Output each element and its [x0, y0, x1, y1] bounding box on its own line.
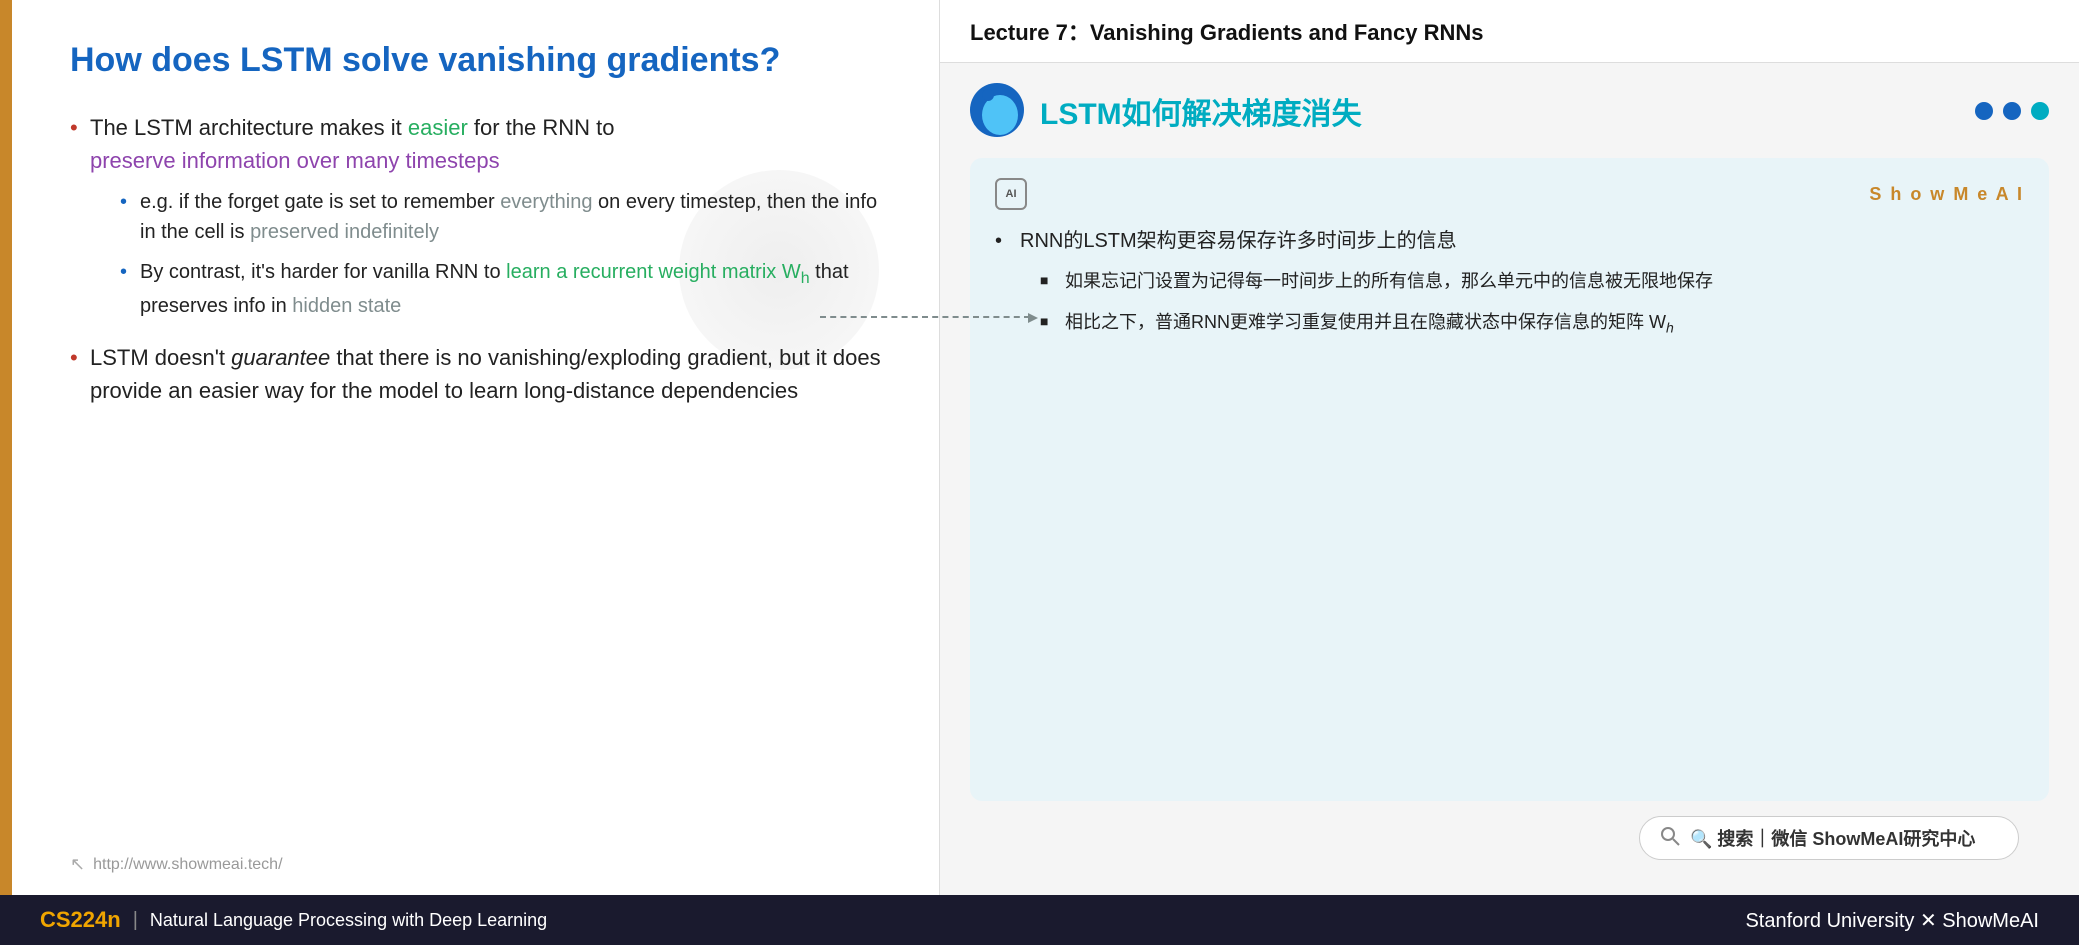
chinese-sub-2: 相比之下，普通RNN更难学习重复使用并且在隐藏状态中保存信息的矩阵 Wh — [1040, 308, 2024, 339]
sub2-gray: hidden state — [292, 295, 401, 317]
bullet1-purple: preserve information over many timesteps — [90, 148, 500, 173]
ai-icon-text: AI — [1006, 188, 1017, 200]
main-container: How does LSTM solve vanishing gradients?… — [0, 0, 2079, 895]
nav-dot-2[interactable] — [2003, 102, 2021, 120]
chinese-title-row: LSTM如何解决梯度消失 — [970, 83, 1362, 138]
dashed-connector-line — [820, 316, 1030, 318]
lecture-header: Lecture 7：Vanishing Gradients and Fancy … — [940, 0, 2079, 63]
sub-bullet-1: e.g. if the forget gate is set to rememb… — [120, 187, 889, 247]
bullet2-italic: guarantee — [231, 345, 330, 370]
search-text: 🔍 搜索｜微信 ShowMeAI研究中心 — [1690, 825, 1975, 851]
right-panel: Lecture 7：Vanishing Gradients and Fancy … — [940, 0, 2079, 895]
bottom-bar: CS224n | Natural Language Processing wit… — [0, 895, 2079, 945]
left-border-accent — [0, 0, 12, 895]
lecture-title: Lecture 7：Vanishing Gradients and Fancy … — [970, 20, 1483, 45]
sub2-start: By contrast, it's harder for vanilla RNN… — [140, 261, 506, 283]
search-bar[interactable]: 🔍 搜索｜微信 ShowMeAI研究中心 — [1639, 816, 2019, 860]
slide-header-row: LSTM如何解决梯度消失 — [970, 83, 2049, 138]
bottom-right-text: Stanford University ✕ ShowMeAI — [1745, 908, 2039, 933]
url-text: http://www.showmeai.tech/ — [93, 856, 282, 874]
nav-dots — [1975, 102, 2049, 120]
sub-bullet-list: e.g. if the forget gate is set to rememb… — [90, 187, 889, 321]
chinese-bullet1-text: RNN的LSTM架构更容易保存许多时间步上的信息 — [1020, 230, 1457, 252]
translation-box: AI S h o w M e A I RNN的LSTM架构更容易保存许多时间步上… — [970, 158, 2049, 801]
stanford-showmeai-text: Stanford University ✕ ShowMeAI — [1745, 910, 2039, 932]
course-label: CS224n | Natural Language Processing wit… — [40, 907, 547, 933]
chinese-sub2-text: 相比之下，普通RNN更难学习重复使用并且在隐藏状态中保存信息的矩阵 W — [1065, 312, 1666, 332]
bullet-item-1: The LSTM architecture makes it easier fo… — [70, 111, 889, 321]
main-bullet-list: The LSTM architecture makes it easier fo… — [70, 111, 889, 855]
sub-bullet-2: By contrast, it's harder for vanilla RNN… — [120, 257, 889, 321]
course-name: Natural Language Processing with Deep Le… — [150, 910, 547, 931]
slide-title: How does LSTM solve vanishing gradients? — [70, 40, 889, 81]
nav-dot-1[interactable] — [1975, 102, 1993, 120]
divider: | — [133, 909, 138, 932]
right-content: LSTM如何解决梯度消失 AI S h o w M e A I — [940, 63, 2079, 895]
ai-icon: AI — [995, 178, 1027, 210]
title-icon-container — [970, 83, 1025, 138]
title-icon-svg — [970, 83, 1025, 138]
footer-url: ↖ http://www.showmeai.tech/ — [70, 854, 283, 875]
showmeai-label: S h o w M e A I — [1869, 184, 2024, 205]
nav-dot-3[interactable] — [2031, 102, 2049, 120]
chinese-slide-title: LSTM如何解决梯度消失 — [1040, 89, 1362, 133]
bullet2-text: LSTM doesn't — [90, 345, 231, 370]
search-icon — [1660, 826, 1680, 851]
chinese-bullet-list: RNN的LSTM架构更容易保存许多时间步上的信息 如果忘记门设置为记得每一时间步… — [995, 225, 2024, 339]
bullet1-easier: easier — [408, 115, 468, 140]
sub2-green: learn a recurrent weight matrix W — [506, 261, 801, 283]
bullet1-cont: for the RNN to — [468, 115, 615, 140]
sub1-gray: everything — [500, 191, 592, 213]
sub2-sub: h — [801, 270, 810, 287]
left-slide-panel: How does LSTM solve vanishing gradients?… — [0, 0, 940, 895]
bullet-item-2: LSTM doesn't guarantee that there is no … — [70, 341, 889, 407]
chinese-sub-1: 如果忘记门设置为记得每一时间步上的所有信息，那么单元中的信息被无限地保存 — [1040, 267, 2024, 296]
search-bar-row: 🔍 搜索｜微信 ShowMeAI研究中心 — [970, 801, 2049, 875]
chinese-bullet-1: RNN的LSTM架构更容易保存许多时间步上的信息 如果忘记门设置为记得每一时间步… — [995, 225, 2024, 339]
cursor-icon: ↖ — [70, 854, 85, 875]
bullet1-text-main: The LSTM architecture makes it — [90, 115, 408, 140]
sub1-start: e.g. if the forget gate is set to rememb… — [140, 191, 500, 213]
showmeai-badge-row: AI S h o w M e A I — [995, 178, 2024, 210]
sub1-gray2: preserved indefinitely — [250, 221, 439, 243]
chinese-sub-list: 如果忘记门设置为记得每一时间步上的所有信息，那么单元中的信息被无限地保存 相比之… — [1020, 267, 2024, 339]
cs224n-label: CS224n — [40, 907, 121, 933]
chinese-sub1-text: 如果忘记门设置为记得每一时间步上的所有信息，那么单元中的信息被无限地保存 — [1065, 271, 1713, 291]
wh-subscript: h — [1666, 319, 1674, 335]
